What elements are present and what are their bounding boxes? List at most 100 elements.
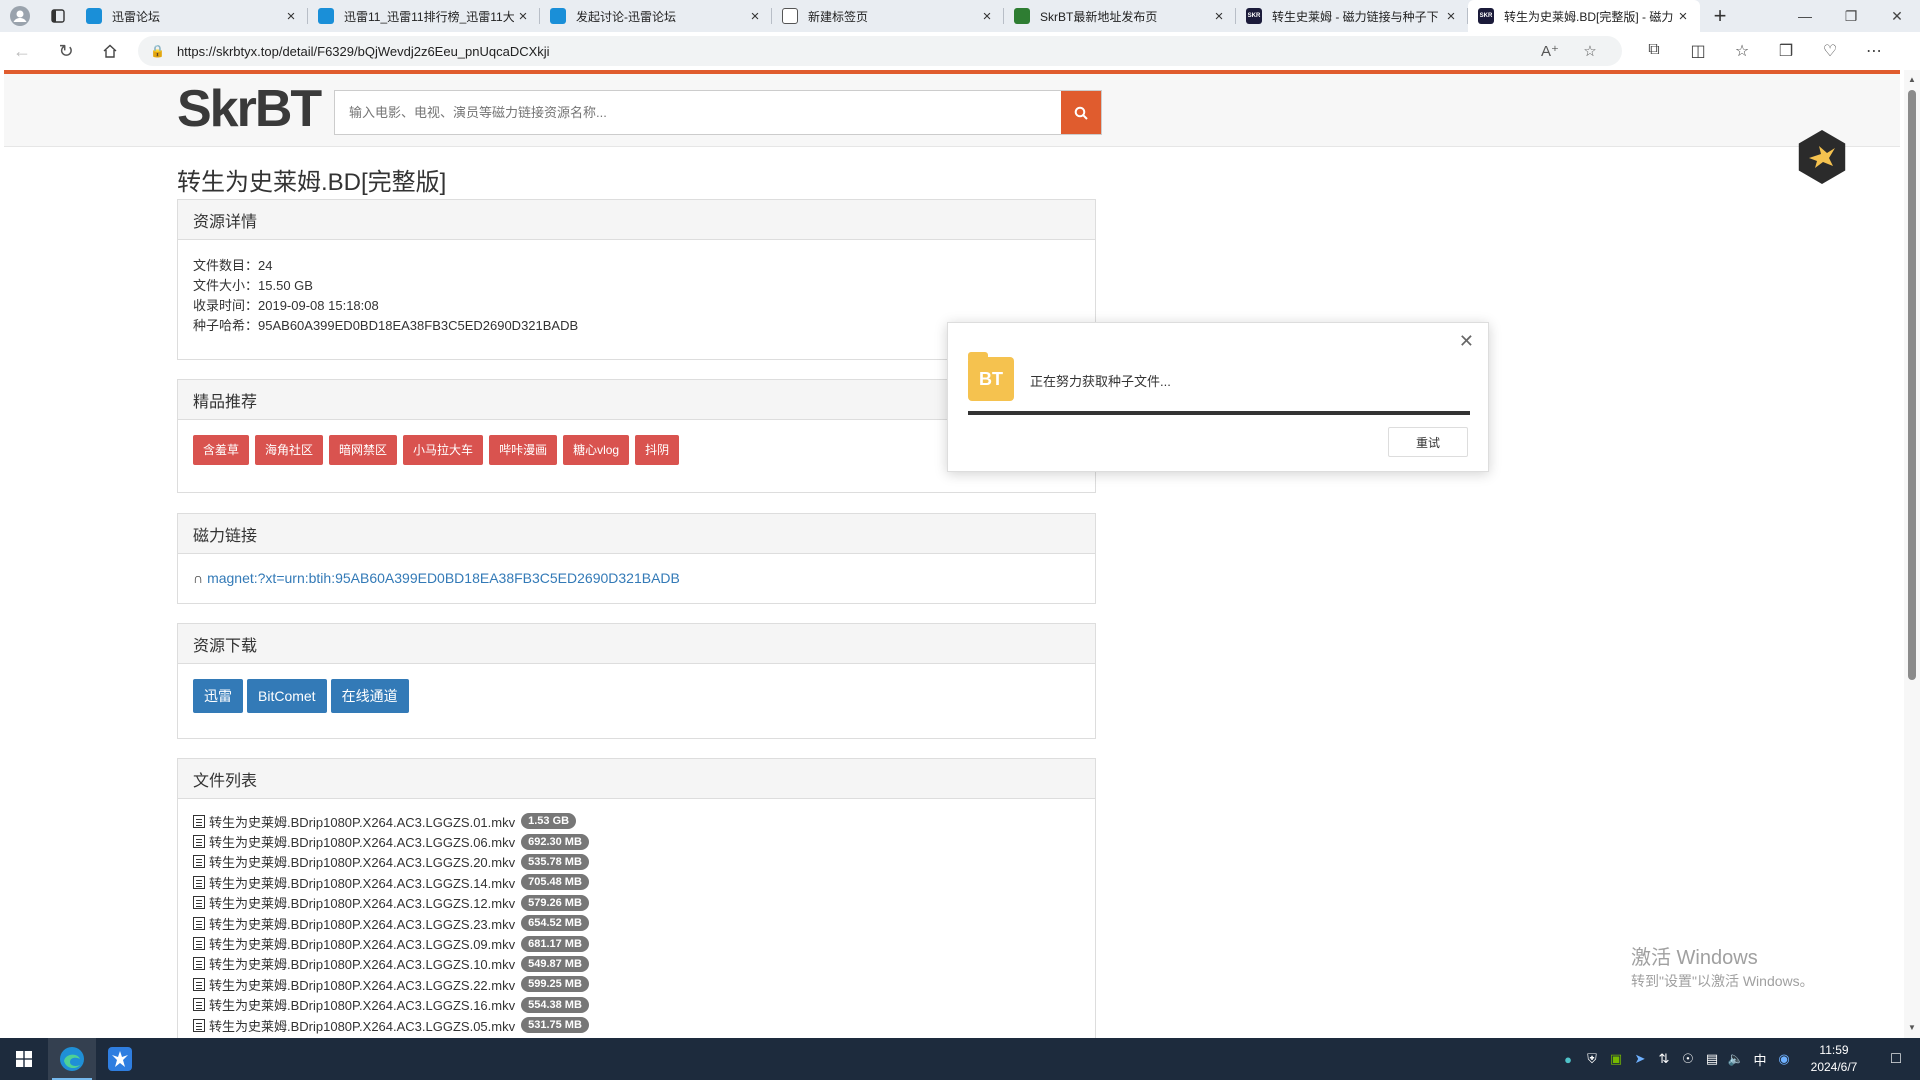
file-list-header: 文件列表 — [178, 759, 1095, 799]
input-method-icon[interactable]: ◉ — [1772, 1051, 1796, 1067]
recommend-tag[interactable]: 抖阴 — [635, 435, 680, 465]
settings-menu-icon[interactable]: ⋯ — [1852, 41, 1896, 61]
tab-title: 新建标签页 — [808, 9, 869, 24]
bt-folder-icon: BT — [968, 352, 1014, 401]
recommend-tag[interactable]: 哔咔漫画 — [489, 435, 558, 465]
back-button[interactable]: ← — [0, 32, 44, 70]
browser-tab-bar: 迅雷论坛 × 迅雷11_迅雷11排行榜_迅雷11大 × 发起讨论-迅雷论坛 × 新建标签页 ×… — [0, 0, 1920, 32]
clock-date: 2024/6/7 — [1810, 1060, 1858, 1074]
watermark-title: 激活 Windows — [1631, 947, 1758, 969]
file-icon — [193, 937, 205, 951]
browser-tab[interactable]: SKR 转生为史莱姆.BD[完整版] - 磁力 × — [1468, 0, 1700, 32]
recommend-tag[interactable]: 海角社区 — [255, 435, 324, 465]
new-tab-button[interactable]: + — [1700, 0, 1740, 32]
browser-tab[interactable]: SKR 转生史莱姆 - 磁力链接与种子下 × — [1236, 0, 1468, 32]
read-aloud-icon[interactable]: A⁺ — [1530, 42, 1570, 60]
vertical-scrollbar[interactable]: ▲ ▼ — [1904, 70, 1920, 1038]
tab-close-icon[interactable]: × — [1674, 8, 1692, 25]
extensions-icon[interactable]: ⧉ — [1632, 41, 1676, 61]
tab-close-icon[interactable]: × — [978, 8, 996, 25]
shield-icon[interactable]: ⛨ — [1580, 1051, 1604, 1067]
start-button[interactable] — [0, 1038, 48, 1080]
lock-icon[interactable]: 🔒 — [150, 44, 165, 58]
scroll-thumb[interactable] — [1908, 90, 1916, 680]
nvidia-icon[interactable]: ▣ — [1604, 1051, 1628, 1067]
file-name: 转生为史莱姆.BDrip1080P.X264.AC3.LGGZS.22.mkv — [209, 977, 516, 993]
tab-title: 发起讨论-迅雷论坛 — [576, 9, 676, 24]
browser-tab[interactable]: 新建标签页 × — [772, 0, 1004, 32]
file-name: 转生为史莱姆.BDrip1080P.X264.AC3.LGGZS.16.mkv — [209, 998, 516, 1014]
minimize-button[interactable]: — — [1782, 0, 1828, 32]
tab-title: 迅雷11_迅雷11排行榜_迅雷11大 — [344, 9, 514, 24]
file-icon — [193, 875, 205, 889]
tab-close-icon[interactable]: × — [282, 8, 300, 25]
home-button[interactable] — [88, 32, 132, 70]
file-icon — [193, 957, 205, 971]
tab-close-icon[interactable]: × — [746, 8, 764, 25]
tab-actions-icon[interactable] — [40, 0, 76, 32]
recommend-tag[interactable]: 小马拉大车 — [403, 435, 484, 465]
url-text[interactable]: https://skrbtyx.top/detail/F6329/bQjWevd… — [177, 44, 1530, 59]
download-button[interactable]: 迅雷 — [193, 679, 243, 713]
file-size-badge: 535.78 MB — [521, 853, 589, 870]
notification-icon[interactable]: □ — [1872, 1050, 1920, 1068]
close-window-button[interactable]: ✕ — [1874, 0, 1920, 32]
download-button[interactable]: 在线通道 — [330, 679, 409, 713]
file-icon — [193, 835, 205, 849]
tab-close-icon[interactable]: × — [514, 8, 532, 25]
split-screen-icon[interactable]: ◫ — [1676, 41, 1720, 61]
edge-taskbar-icon[interactable] — [48, 1038, 96, 1080]
file-row: 转生为史莱姆.BDrip1080P.X264.AC3.LGGZS.05.mkv 5… — [193, 1015, 1080, 1035]
file-size-badge: 531.75 MB — [521, 1017, 589, 1034]
retry-button[interactable]: 重试 — [1388, 427, 1468, 457]
tab-title: 转生史莱姆 - 磁力链接与种子下 — [1272, 9, 1439, 24]
system-tray: ● ⛨ ▣ ➤ ⇅ ☉ ▤ 🔈 中 ◉ 11:59 2024/6/7 □ — [1556, 1038, 1920, 1080]
restore-button[interactable]: ❐ — [1828, 0, 1874, 32]
tab-close-icon[interactable]: × — [1442, 8, 1460, 25]
scroll-up-icon[interactable]: ▲ — [1904, 72, 1920, 88]
close-icon[interactable]: ✕ — [1459, 331, 1474, 352]
tab-close-icon[interactable]: × — [1210, 8, 1228, 25]
collections-icon[interactable]: ❒ — [1764, 41, 1808, 61]
profile-icon[interactable] — [0, 0, 40, 32]
refresh-button[interactable]: ↻ — [44, 32, 88, 70]
recommend-tag[interactable]: 糖心vlog — [563, 435, 630, 465]
download-button[interactable]: BitComet — [247, 679, 327, 713]
thunder-taskbar-icon[interactable] — [96, 1038, 144, 1080]
file-name: 转生为史莱姆.BDrip1080P.X264.AC3.LGGZS.09.mkv — [209, 937, 516, 953]
bt-icon-label: BT — [979, 368, 1003, 389]
browser-essentials-icon[interactable]: ♡ — [1808, 41, 1852, 61]
progress-fill — [968, 411, 1470, 415]
browser-tab[interactable]: 迅雷论坛 × — [76, 0, 308, 32]
tab-favicon-icon — [782, 8, 798, 24]
recommend-tag[interactable]: 暗网禁区 — [329, 435, 398, 465]
magnet-link[interactable]: magnet:?xt=urn:btih:95AB60A399ED0BD18EA3… — [207, 570, 680, 586]
recommend-tag[interactable]: 含羞草 — [193, 435, 250, 465]
thunder-tray-icon[interactable]: ➤ — [1628, 1051, 1652, 1067]
taskbar: ● ⛨ ▣ ➤ ⇅ ☉ ▤ 🔈 中 ◉ 11:59 2024/6/7 □ — [0, 1038, 1920, 1080]
browser-tab[interactable]: 迅雷11_迅雷11排行榜_迅雷11大 × — [308, 0, 540, 32]
file-row: 转生为史莱姆.BDrip1080P.X264.AC3.LGGZS.01.mkv 1… — [193, 811, 1080, 831]
browser-tab[interactable]: 发起讨论-迅雷论坛 × — [540, 0, 772, 32]
file-size-badge: 705.48 MB — [521, 874, 589, 891]
favorite-star-icon[interactable]: ☆ — [1570, 42, 1610, 60]
tray-app-icon[interactable]: ● — [1556, 1052, 1580, 1067]
network-tray-icon[interactable]: ⇅ — [1652, 1051, 1676, 1067]
progress-bar — [968, 411, 1470, 415]
tab-title: 转生为史莱姆.BD[完整版] - 磁力 — [1504, 9, 1674, 24]
favorites-icon[interactable]: ☆ — [1720, 41, 1764, 61]
site-logo[interactable]: SkrBT — [177, 83, 322, 135]
browser-tab[interactable]: SkrBT最新地址发布页 × — [1004, 0, 1236, 32]
file-name: 转生为史莱姆.BDrip1080P.X264.AC3.LGGZS.20.mkv — [209, 855, 516, 871]
search-button[interactable] — [1061, 91, 1101, 134]
scroll-down-icon[interactable]: ▼ — [1904, 1020, 1920, 1036]
url-bar[interactable]: 🔒 https://skrbtyx.top/detail/F6329/bQjWe… — [138, 36, 1622, 66]
wifi-icon[interactable]: ▤ — [1700, 1051, 1724, 1067]
volume-icon[interactable]: 🔈 — [1724, 1051, 1748, 1067]
security-tray-icon[interactable]: ☉ — [1676, 1051, 1700, 1067]
ime-indicator[interactable]: 中 — [1748, 1050, 1772, 1069]
search-input[interactable] — [335, 91, 1061, 134]
tab-favicon-icon — [1014, 8, 1030, 24]
clock[interactable]: 11:59 2024/6/7 — [1796, 1042, 1872, 1076]
detail-row: 收录时间：2019-09-08 15:18:08 — [193, 296, 1080, 316]
